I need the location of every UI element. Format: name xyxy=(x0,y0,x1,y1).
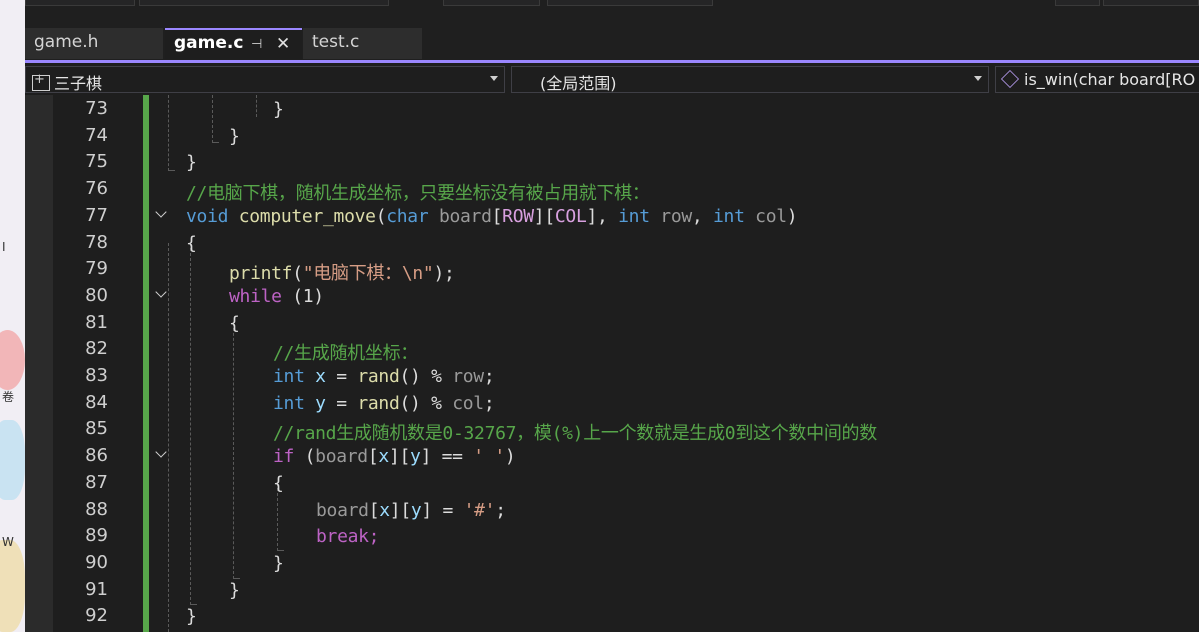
code-line: 88 board[x][y] = '#'; xyxy=(25,496,1199,523)
desktop-glyph: I xyxy=(2,240,6,254)
desktop-wallpaper-shape xyxy=(0,540,25,632)
collapse-chevron-icon[interactable] xyxy=(153,206,169,222)
line-number: 85 xyxy=(85,418,108,440)
code-text: } xyxy=(229,125,240,147)
navigation-bar: 三子棋 (全局范围) is_win(char board[RO xyxy=(25,63,1199,95)
line-number: 79 xyxy=(85,258,108,280)
line-number: 84 xyxy=(85,391,108,413)
line-number: 92 xyxy=(85,605,108,627)
code-text: } xyxy=(186,152,197,174)
code-line: 92 } xyxy=(25,602,1199,629)
code-text: { xyxy=(229,312,240,334)
line-number: 88 xyxy=(85,498,108,520)
code-line: 86 if (board[x][y] == ' ') xyxy=(25,442,1199,469)
code-line: 89 break; xyxy=(25,522,1199,549)
project-icon xyxy=(32,72,50,91)
tab-label: game.c xyxy=(174,33,244,53)
desktop-background-strip: I 卷 W xyxy=(0,0,25,632)
line-number: 77 xyxy=(85,204,108,226)
code-editor[interactable]: 73 } 74 } 75 } 76 //电脑下棋，随机生成坐标，只要坐标没有被占… xyxy=(25,95,1199,632)
close-icon[interactable]: ✕ xyxy=(276,34,290,54)
member-name: is_win(char board[RO xyxy=(1024,70,1196,89)
code-line: 76 //电脑下棋，随机生成坐标，只要坐标没有被占用就下棋： xyxy=(25,175,1199,204)
code-line: 81 { xyxy=(25,309,1199,336)
code-line: 90 } xyxy=(25,549,1199,576)
code-line: 80 while (1) xyxy=(25,282,1199,309)
code-line: 85 //rand生成随机数是0-32767，模(%)上一个数就是生成0到这个数… xyxy=(25,415,1199,444)
tab-label: test.c xyxy=(312,32,360,52)
line-number: 75 xyxy=(85,151,108,173)
line-number: 76 xyxy=(85,178,108,200)
line-number: 90 xyxy=(85,551,108,573)
method-cube-icon xyxy=(1000,69,1020,89)
toolbar-segment[interactable] xyxy=(1055,0,1100,6)
code-line: 73 } xyxy=(25,95,1199,122)
code-text: { xyxy=(186,232,197,254)
line-number: 91 xyxy=(85,578,108,600)
line-number: 73 xyxy=(85,98,108,119)
line-number: 89 xyxy=(85,525,108,547)
collapse-chevron-icon[interactable] xyxy=(153,286,169,302)
toolbar-segment[interactable] xyxy=(1103,0,1199,6)
line-number: 82 xyxy=(85,338,108,360)
line-number: 87 xyxy=(85,471,108,493)
ide-toolbar xyxy=(25,0,1199,28)
code-text: void computer_move(char board[ROW][COL],… xyxy=(186,205,798,227)
document-tab-strip: game.h game.c ⊣ ✕ test.c xyxy=(25,28,1199,60)
code-line: 77 void computer_move(char board[ROW][CO… xyxy=(25,202,1199,229)
code-line: 91 } xyxy=(25,576,1199,603)
pin-icon[interactable]: ⊣ xyxy=(251,37,262,52)
code-line: 82 //生成随机坐标： xyxy=(25,335,1199,364)
project-name: 三子棋 xyxy=(54,74,103,93)
tab-game-h[interactable]: game.h xyxy=(25,28,163,59)
tab-label: game.h xyxy=(34,32,99,52)
code-line: 87 { xyxy=(25,469,1199,496)
code-text: } xyxy=(273,552,284,574)
code-text: { xyxy=(273,472,284,494)
toolbar-segment[interactable] xyxy=(547,0,713,6)
desktop-glyph: W xyxy=(2,535,14,549)
project-dropdown[interactable]: 三子棋 xyxy=(25,66,505,93)
line-number: 80 xyxy=(85,284,108,306)
code-text: int y = rand() % col; xyxy=(273,392,495,414)
collapse-chevron-icon[interactable] xyxy=(153,446,169,462)
desktop-wallpaper-shape xyxy=(0,420,25,500)
desktop-glyph: 卷 xyxy=(2,390,15,404)
member-dropdown[interactable]: is_win(char board[RO xyxy=(995,66,1199,93)
code-line: 79 printf("电脑下棋：\n"); xyxy=(25,255,1199,284)
line-number: 86 xyxy=(85,445,108,467)
code-line: 74 } xyxy=(25,122,1199,149)
tab-game-c[interactable]: game.c ⊣ ✕ xyxy=(165,28,302,59)
scope-dropdown[interactable]: (全局范围) xyxy=(511,66,989,93)
code-text: break; xyxy=(316,526,380,548)
chevron-down-icon xyxy=(974,76,982,81)
toolbar-segment[interactable] xyxy=(443,0,540,6)
code-text: if (board[x][y] == ' ') xyxy=(273,446,516,468)
line-number: 78 xyxy=(85,231,108,253)
line-number: 74 xyxy=(85,124,108,146)
code-text: while (1) xyxy=(229,285,324,307)
tab-test-c[interactable]: test.c xyxy=(303,28,422,59)
toolbar-segment[interactable] xyxy=(25,0,135,6)
code-line: 75 } xyxy=(25,148,1199,175)
chevron-down-icon xyxy=(490,76,498,81)
toolbar-segment[interactable] xyxy=(139,0,389,6)
code-line: 78 { xyxy=(25,229,1199,256)
scope-name: (全局范围) xyxy=(540,74,617,93)
code-text: } xyxy=(273,99,284,120)
code-line: 83 int x = rand() % row; xyxy=(25,362,1199,389)
code-text: board[x][y] = '#'; xyxy=(316,499,506,521)
code-text: } xyxy=(186,606,197,628)
line-number: 83 xyxy=(85,365,108,386)
line-number: 81 xyxy=(85,311,108,333)
code-line: 84 int y = rand() % col; xyxy=(25,389,1199,416)
code-text: int x = rand() % row; xyxy=(273,366,495,387)
desktop-wallpaper-shape xyxy=(0,330,25,390)
code-text: } xyxy=(229,579,240,601)
